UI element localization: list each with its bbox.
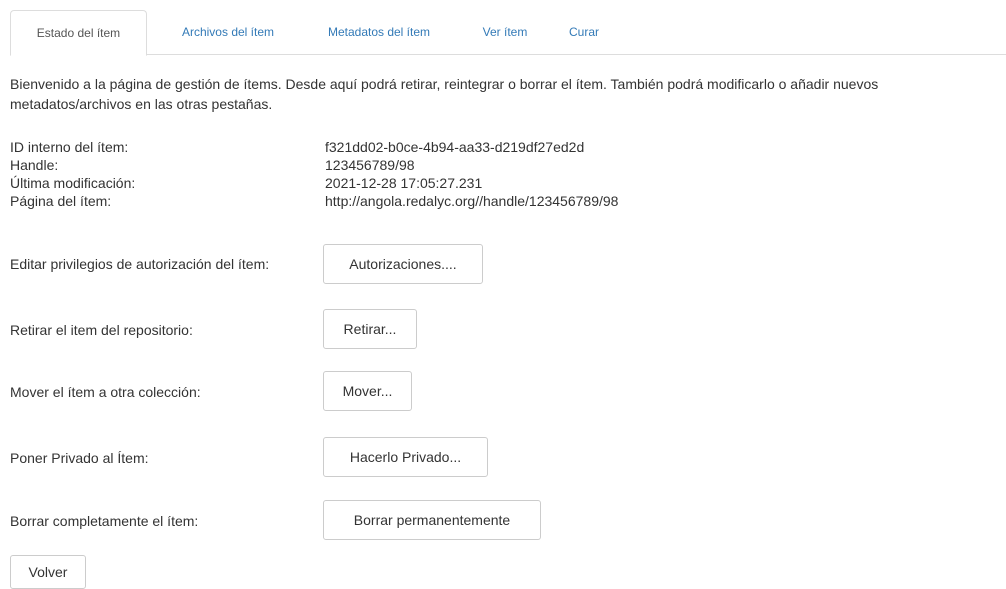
tab-curate[interactable]: Curar <box>556 10 612 55</box>
withdraw-label: Retirar el item del repositorio: <box>10 322 193 338</box>
internal-id-label: ID interno del ítem: <box>10 139 129 155</box>
authorizations-label: Editar privilegios de autorización del í… <box>10 256 270 272</box>
make-private-button[interactable]: Hacerlo Privado... <box>323 437 488 477</box>
withdraw-button[interactable]: Retirar... <box>323 309 417 349</box>
last-modified-label: Última modificación: <box>10 175 136 191</box>
item-page-value: http://angola.redalyc.org//handle/123456… <box>325 193 619 209</box>
move-button[interactable]: Mover... <box>323 371 412 411</box>
tab-item-status[interactable]: Estado del ítem <box>10 10 147 56</box>
delete-label: Borrar completamente el ítem: <box>10 513 199 529</box>
item-page-label: Página del ítem: <box>10 193 112 209</box>
intro-text: Bienvenido a la página de gestión de íte… <box>10 76 879 112</box>
handle-label: Handle: <box>10 157 59 173</box>
authorizations-button[interactable]: Autorizaciones.... <box>323 244 483 284</box>
handle-value: 123456789/98 <box>325 157 415 173</box>
internal-id-value: f321dd02-b0ce-4b94-aa33-d219df27ed2d <box>325 139 585 155</box>
last-modified-value: 2021-12-28 17:05:27.231 <box>325 175 483 191</box>
item-tabs: Estado del ítem Archivos del ítem Metada… <box>10 10 1006 56</box>
delete-permanently-button[interactable]: Borrar permanentemente <box>323 500 541 540</box>
tab-view-item[interactable]: Ver ítem <box>467 10 543 55</box>
tab-item-files[interactable]: Archivos del ítem <box>157 10 299 55</box>
private-label: Poner Privado al Ítem: <box>10 450 149 466</box>
back-button[interactable]: Volver <box>10 555 86 589</box>
tab-item-metadata[interactable]: Metadatos del ítem <box>305 10 453 55</box>
move-label: Mover el ítem a otra colección: <box>10 384 201 400</box>
